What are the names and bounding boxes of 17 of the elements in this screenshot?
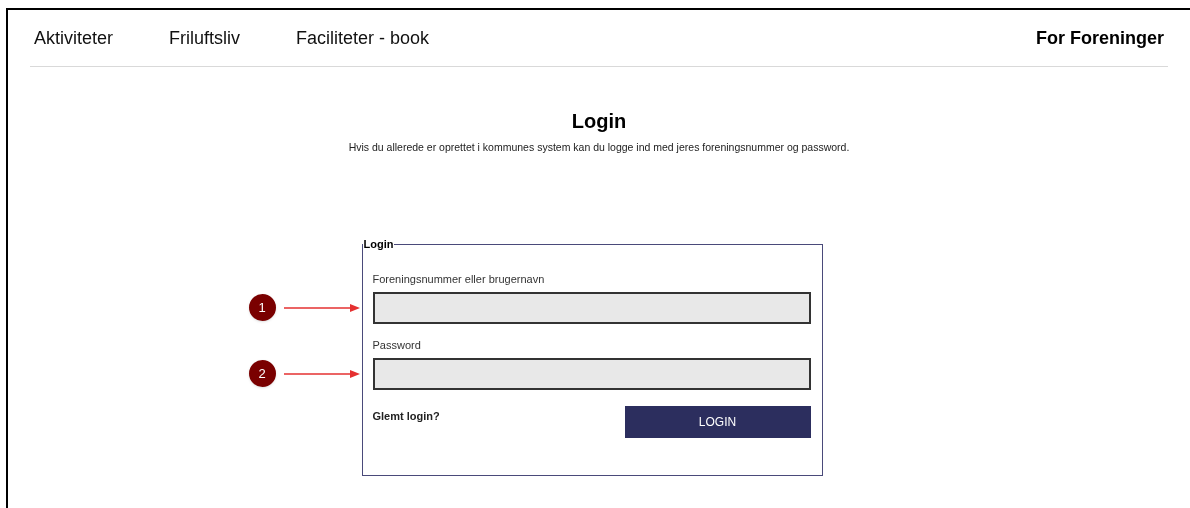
input-field[interactable]	[372, 292, 811, 325]
page-title: Login	[571, 109, 627, 134]
nav-link[interactable]: Friluftsliv	[169, 24, 241, 52]
step-badge: 2	[248, 360, 276, 388]
step-badge: 1	[248, 294, 276, 322]
nav-link[interactable]: Aktiviteter	[34, 24, 114, 52]
forgot-login-link[interactable]: Glemt login?	[372, 408, 440, 425]
panel-legend: Login	[362, 235, 395, 253]
nav-link[interactable]: Faciliteter - book	[296, 24, 430, 52]
intro-text: Hvis du allerede er oprettet i kommunes system kan du logge ind med jeres foreningsnummer og password.	[348, 140, 850, 155]
input-field[interactable]	[372, 358, 811, 391]
login-button[interactable]: LOGIN	[624, 406, 811, 439]
field-label: Password	[372, 338, 422, 353]
arrow-icon	[283, 368, 360, 379]
nav-link[interactable]: For Foreninger	[1036, 24, 1164, 52]
field-label: Foreningsnummer eller brugernavn	[372, 272, 546, 287]
arrow-icon	[283, 302, 360, 313]
